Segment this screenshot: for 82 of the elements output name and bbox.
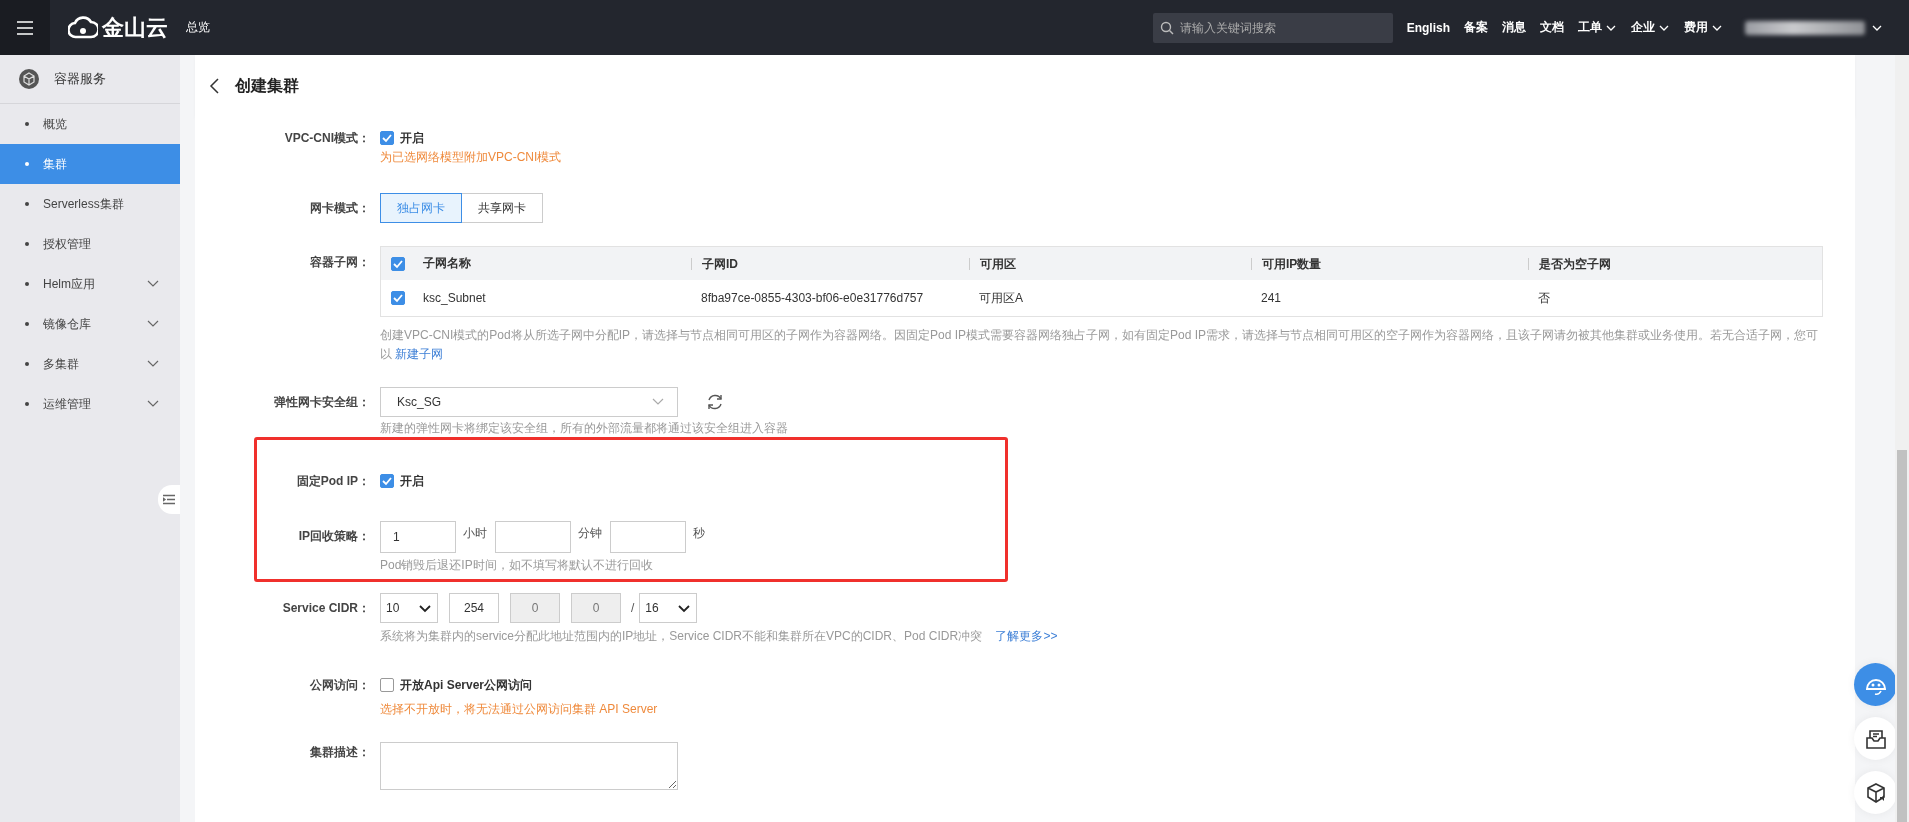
product-button[interactable] — [1854, 771, 1897, 814]
sidebar-item[interactable]: Helm应用 — [0, 264, 180, 304]
column-header: 可用IP数量 — [1251, 257, 1528, 270]
inbox-button[interactable] — [1854, 717, 1897, 760]
checkbox[interactable] — [391, 291, 405, 305]
search-icon — [1159, 20, 1174, 35]
segment-button[interactable]: 共享网卡 — [461, 193, 543, 223]
checkbox-label: 开启 — [400, 472, 424, 490]
hint-text: 为已选网络模型附加VPC-CNI模式 — [380, 149, 563, 166]
top-menu-link[interactable]: 工单 — [1578, 19, 1617, 36]
sidebar-item[interactable]: 授权管理 — [0, 224, 180, 264]
field-label: 公网访问： — [309, 677, 370, 694]
top-menu-link[interactable]: 企业 — [1631, 19, 1670, 36]
sidebar-title: 容器服务 — [54, 70, 106, 88]
top-menu-link[interactable]: English — [1406, 20, 1450, 35]
field-label: Service CIDR： — [281, 600, 370, 617]
chevron-down-icon — [678, 602, 691, 614]
cube-icon — [1864, 781, 1887, 804]
field-label: VPC-CNI模式： — [283, 130, 370, 147]
unit-label: 分钟 — [578, 524, 602, 542]
column-header: 子网ID — [691, 257, 969, 270]
cidr-input[interactable]: 254 — [449, 593, 499, 623]
hint-text: Pod销毁后退还IP时间，如不填写将默认不进行回收 — [380, 557, 654, 574]
search-field[interactable]: 请输入关键词搜索 — [1152, 12, 1393, 43]
nav-link[interactable]: 总览 — [186, 19, 210, 36]
logo[interactable]: 金山云 — [68, 12, 168, 43]
blurred-account[interactable] — [1745, 20, 1865, 35]
sidebar-item[interactable]: Serverless集群 — [0, 184, 180, 224]
table-cell-text: 241 — [1260, 291, 1283, 305]
field-label: 网卡模式： — [309, 200, 370, 217]
table-cell-text: 8fba97ce-0855-4303-bf06-e0e31776d757 — [700, 291, 925, 305]
field-label: 弹性网卡安全组： — [273, 394, 370, 411]
hint-text: 新建的弹性网卡将绑定该安全组，所有的外部流量都将通过该安全组进入容器 — [380, 420, 789, 436]
checkbox[interactable] — [380, 131, 394, 145]
number-input[interactable]: 1 — [380, 521, 456, 553]
page-title: 创建集群 — [235, 75, 299, 96]
top-menu-link[interactable]: 备案 — [1464, 19, 1488, 36]
checkbox[interactable] — [380, 474, 394, 488]
hint-text: 创建VPC-CNI模式的Pod将从所选子网中分配IP，请选择与节点相同可用区的子网作为容器网络。因固定Pod IP模式需要容器网络独占子网，如有固定Pod IP需求，请选择与节点相同可用区的空子网作为容器网络，且该子网请勿被其他集群或业务使用。若无合适子网，您可以 新建子网 — [380, 327, 1820, 363]
top-menu-link[interactable]: 文档 — [1540, 19, 1564, 36]
column-header: 子网名称 — [422, 255, 472, 272]
checkbox-label: 开启 — [400, 129, 424, 147]
checkbox-label: 开放Api Server公网访问 — [400, 676, 533, 694]
unit-label: 秒 — [693, 524, 705, 542]
table-cell-text: 否 — [1537, 289, 1551, 307]
checkbox[interactable] — [380, 678, 394, 692]
refresh-icon[interactable] — [705, 392, 725, 412]
support-button[interactable] — [1854, 663, 1897, 706]
sidebar-item[interactable]: 镜像仓库 — [0, 304, 180, 344]
field-label: 集群描述： — [309, 744, 370, 761]
cidr-select[interactable]: 16 — [639, 593, 698, 623]
hint-text: 选择不开放时，将无法通过公网访问集群 API Server — [380, 701, 659, 718]
column-header: 是否为空子网 — [1528, 257, 1822, 270]
scrollbar-thumb[interactable] — [1897, 450, 1907, 822]
field-label: IP回收策略： — [297, 528, 370, 545]
chevron-down-icon — [419, 602, 431, 614]
column-header: 可用区 — [969, 257, 1251, 270]
slash-separator: / — [631, 601, 635, 615]
number-input[interactable] — [610, 521, 686, 553]
back-icon[interactable] — [209, 77, 221, 95]
top-menu-link[interactable]: 消息 — [1502, 19, 1526, 36]
cube-icon — [18, 68, 40, 90]
security-group-select[interactable]: Ksc_SG — [380, 387, 678, 417]
list-icon — [163, 494, 175, 505]
create-subnet-link[interactable]: 新建子网 — [395, 347, 444, 361]
unit-label: 小时 — [463, 524, 487, 542]
sidebar-item[interactable]: 概览 — [0, 104, 180, 144]
inbox-icon — [1864, 727, 1887, 750]
table-cell-text: ksc_Subnet — [422, 291, 487, 305]
cloud-icon — [68, 14, 98, 41]
number-input[interactable] — [495, 521, 571, 553]
learn-more-link[interactable]: 了解更多>> — [995, 629, 1058, 643]
field-label: 固定Pod IP： — [295, 473, 370, 490]
hint-text: 系统将为集群内的service分配此地址范围内的IP地址，Service CIDR不能和集群所在VPC的CIDR、Pod CIDR冲突 了解更多>> — [380, 628, 1059, 645]
menu-icon[interactable] — [17, 20, 33, 35]
checkbox[interactable] — [391, 256, 405, 271]
top-menu-link[interactable]: 费用 — [1684, 19, 1723, 36]
sidebar-item[interactable]: 运维管理 — [0, 384, 180, 424]
cidr-select[interactable]: 10 — [380, 593, 438, 623]
field-label: 容器子网： — [309, 254, 370, 271]
sidebar-item[interactable]: 多集群 — [0, 344, 180, 384]
table-cell-text: 可用区A — [978, 289, 1024, 307]
